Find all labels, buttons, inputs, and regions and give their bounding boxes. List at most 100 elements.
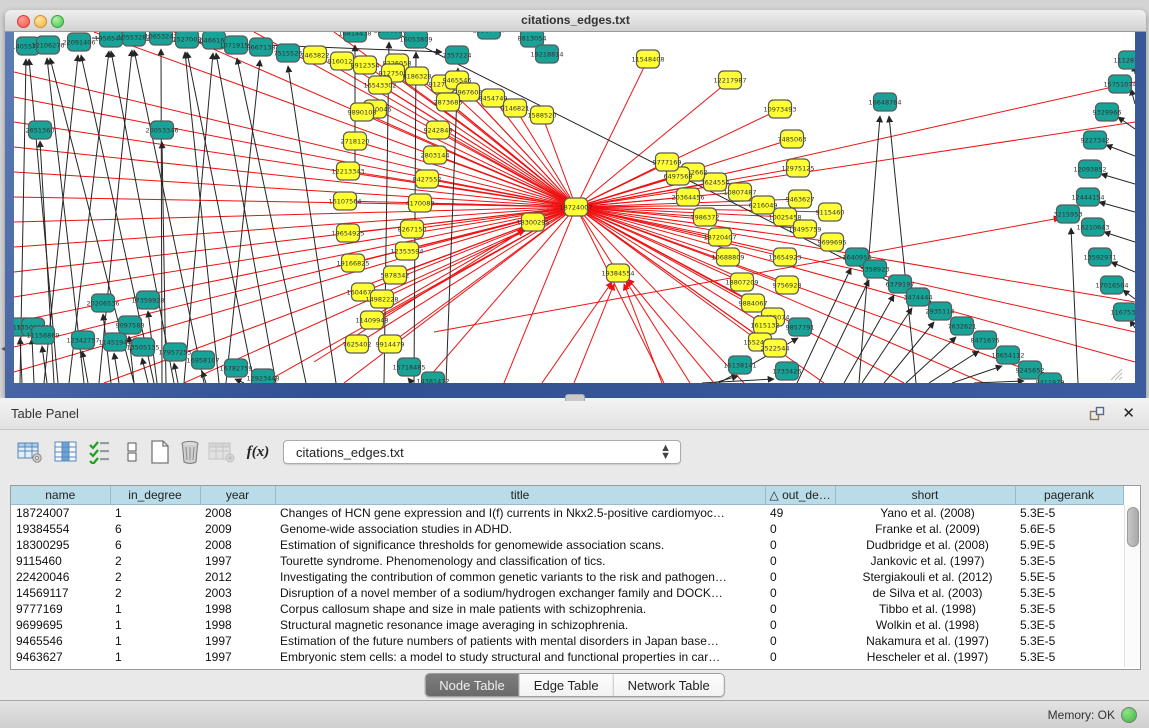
citation-edge-black[interactable] [819,280,869,383]
table-cell[interactable]: 1 [110,617,200,633]
table-cell[interactable]: 14569117 [11,585,110,601]
table-cell[interactable]: Franke et al. (2009) [835,521,1015,537]
citation-edge-black[interactable] [235,379,244,383]
table-row[interactable]: 946362711997Embryonic stem cells: a mode… [11,649,1123,665]
citation-edge-black[interactable] [929,351,979,383]
table-cell[interactable]: 2009 [200,521,275,537]
citation-edge-red[interactable] [576,207,785,257]
citation-edge-black[interactable] [408,378,412,383]
table-cell[interactable]: 0 [765,553,835,569]
table-cell[interactable]: 1 [110,633,200,649]
table-cell[interactable]: 6 [110,521,200,537]
citation-edge-red[interactable] [576,59,648,207]
citation-edge-black[interactable] [1123,290,1135,299]
table-cell[interactable]: 9699695 [11,617,110,633]
column-header-short[interactable]: short [835,486,1015,505]
table-cell[interactable]: 5.3E-5 [1015,649,1123,665]
tab-edge-table[interactable]: Edge Table [520,674,614,696]
table-cell[interactable]: 5.3E-5 [1015,585,1123,601]
citation-edge-black[interactable] [1118,117,1135,129]
citation-edge-red[interactable] [576,207,1135,332]
citation-edge-black[interactable] [1131,89,1135,104]
citation-edge-black[interactable] [1071,228,1078,383]
table-cell[interactable]: 2 [110,569,200,585]
table-cell[interactable]: Tibbo et al. (1998) [835,601,1015,617]
citation-edge-red[interactable] [14,207,576,222]
node-table[interactable]: namein_degreeyeartitle△ out_de…shortpage… [11,486,1124,665]
table-cell[interactable]: 0 [765,649,835,665]
citation-edge-black[interactable] [1104,232,1135,242]
table-row[interactable]: 969969511998Structural magnetic resonanc… [11,617,1123,633]
table-cell[interactable]: Hescheler et al. (1997) [835,649,1015,665]
table-cell[interactable]: 5.3E-5 [1015,553,1123,569]
table-cell[interactable]: Stergiakouli et al. (2012) [835,569,1015,585]
table-cell[interactable]: 5.9E-5 [1015,537,1123,553]
table-cell[interactable]: 5.5E-5 [1015,569,1123,585]
import-table-icon[interactable] [208,438,236,466]
citation-edge-red[interactable] [14,207,576,372]
table-cell[interactable]: de Silva et al. (2003) [835,585,1015,601]
table-row[interactable]: 1830029562008Estimation of significance … [11,537,1123,553]
table-cell[interactable]: 0 [765,521,835,537]
citation-edge-black[interactable] [414,52,416,383]
table-cell[interactable]: Embryonic stem cells: a model to study s… [275,649,765,665]
left-panel-collapse-arrow[interactable]: ◂ [1,344,5,353]
citation-edge-black[interactable] [1101,174,1135,184]
citation-edge-black[interactable] [161,49,162,383]
citation-edge-black[interactable] [1111,262,1135,272]
table-cell[interactable]: Dudbridge et al. (2008) [835,537,1015,553]
table-cell[interactable]: 1998 [200,601,275,617]
table-cell[interactable]: 5.6E-5 [1015,521,1123,537]
table-cell[interactable]: 0 [765,585,835,601]
citation-edge-black[interactable] [1106,145,1135,156]
table-row[interactable]: 946554611997Estimation of the future num… [11,633,1123,649]
table-cell[interactable]: Estimation of the future numbers of pati… [275,633,765,649]
column-header-year[interactable]: year [200,486,275,505]
table-row[interactable]: 1938455462009Genome-wide association stu… [11,521,1123,537]
table-cell[interactable]: 18724007 [11,505,110,522]
network-canvas[interactable]: 1405571212106276220914061956544110553287… [14,32,1135,383]
table-cell[interactable]: Corpus callosum shape and size in male p… [275,601,765,617]
table-cell[interactable]: 1998 [200,617,275,633]
delete-table-icon[interactable] [176,438,204,466]
column-header-title[interactable]: title [275,486,765,505]
citation-edge-red[interactable] [574,284,614,383]
table-cell[interactable]: 6 [110,537,200,553]
table-cell[interactable]: 2008 [200,505,275,522]
citation-edge-black[interactable] [1099,202,1135,212]
table-row[interactable]: 1456911722003Disruption of a novel membe… [11,585,1123,601]
citation-edge-red[interactable] [576,82,1135,207]
citation-edge-red[interactable] [576,207,664,383]
table-cell[interactable]: 49 [765,505,835,522]
window-titlebar[interactable]: citations_edges.txt [5,10,1146,32]
citation-edge-black[interactable] [174,363,178,383]
tab-network-table[interactable]: Network Table [614,674,724,696]
table-scrollbar[interactable] [1124,505,1140,667]
table-cell[interactable]: 1997 [200,553,275,569]
table-cell[interactable]: 9777169 [11,601,110,617]
table-cell[interactable]: 9463627 [11,649,110,665]
table-cell[interactable]: Genome-wide association studies in ADHD. [275,521,765,537]
citation-edge-red[interactable] [626,281,690,383]
table-cell[interactable]: 5.3E-5 [1015,601,1123,617]
table-cell[interactable]: 5.3E-5 [1015,617,1123,633]
table-cell[interactable]: Nakamura et al. (1997) [835,633,1015,649]
citation-edge-red[interactable] [542,282,612,383]
table-cell[interactable]: 0 [765,569,835,585]
table-cell[interactable]: 22420046 [11,569,110,585]
citation-edge-black[interactable] [226,60,260,383]
table-cell[interactable]: Tourette syndrome. Phenomenology and cla… [275,553,765,569]
citation-edge-black[interactable] [844,295,894,383]
create-table-icon[interactable] [146,438,174,466]
table-cell[interactable]: Disruption of a novel member of a sodium… [275,585,765,601]
citation-edge-black[interactable] [142,358,148,383]
table-cell[interactable]: 2 [110,585,200,601]
citation-edge-red[interactable] [576,207,1135,362]
table-cell[interactable]: 2 [110,553,200,569]
column-visibility-icon[interactable] [52,438,80,466]
table-cell[interactable]: Wolkin et al. (1998) [835,617,1015,633]
column-header-in_degree[interactable]: in_degree [110,486,200,505]
citation-edge-black[interactable] [446,68,458,383]
citation-edge-black[interactable] [184,53,213,383]
table-cell[interactable]: Yano et al. (2008) [835,505,1015,522]
